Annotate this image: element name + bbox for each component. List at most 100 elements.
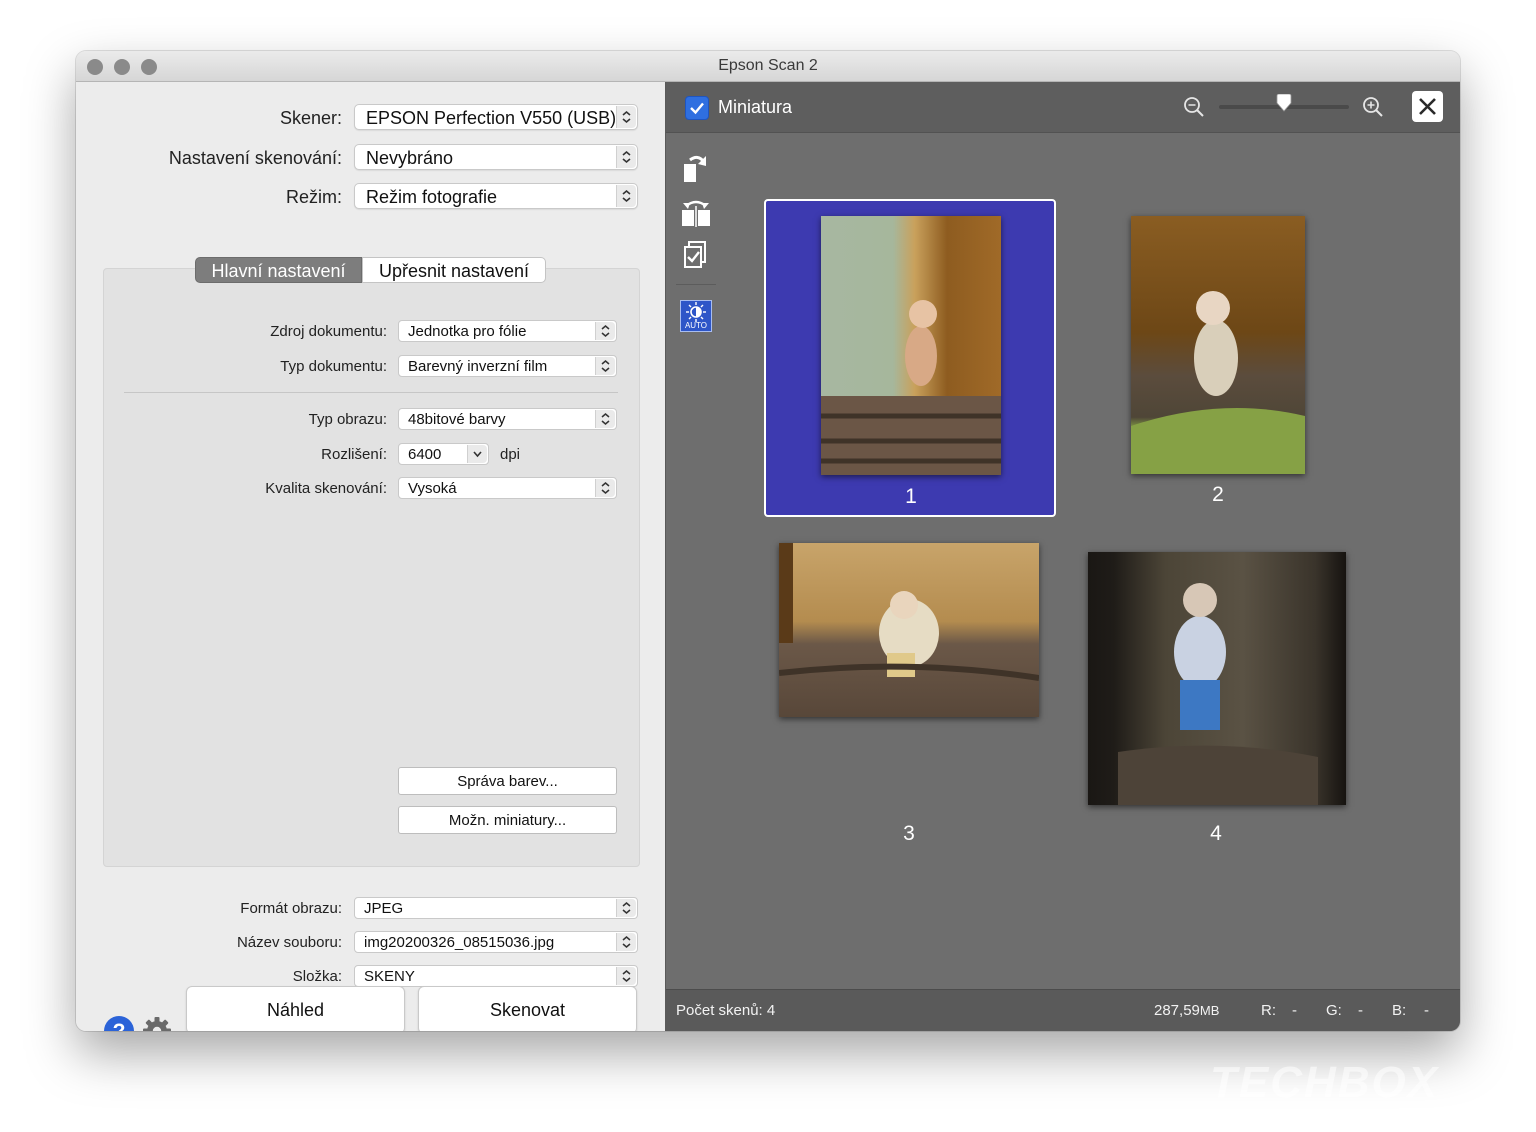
document-source-select[interactable]: Jednotka pro fólie	[398, 320, 617, 342]
image-type-value: 48bitové barvy	[408, 411, 506, 428]
scan-settings-select[interactable]: Nevybráno	[354, 144, 638, 170]
close-icon[interactable]	[1412, 91, 1443, 122]
separator	[676, 284, 716, 285]
thumbnail-number-4: 4	[1210, 822, 1222, 845]
help-icon[interactable]: ?	[104, 1016, 134, 1031]
tab-main-settings[interactable]: Hlavní nastavení	[195, 257, 362, 283]
thumbnail-options-button[interactable]: Možn. miniatury...	[398, 806, 617, 834]
scan-settings-label: Nastavení skenování:	[168, 148, 342, 168]
zoom-out-icon[interactable]	[1183, 96, 1205, 123]
image-type-select[interactable]: 48bitové barvy	[398, 408, 617, 430]
photo-2	[1131, 216, 1305, 474]
tab-advanced-settings[interactable]: Upřesnit nastavení	[362, 257, 546, 283]
mode-value: Režim fotografie	[366, 187, 498, 207]
file-size: 287,59MB	[1154, 1002, 1219, 1019]
g-value: -	[1358, 1002, 1363, 1019]
zoom-in-icon[interactable]	[1362, 96, 1384, 123]
thumbnail-3[interactable]: 3	[764, 537, 1056, 857]
scan-count: Počet skenů: 4	[676, 1002, 776, 1019]
stepper-icon	[595, 410, 615, 428]
file-size-value: 287,59	[1154, 1002, 1200, 1019]
stepper-icon	[616, 899, 636, 917]
watermark: TECHBOX	[1210, 1058, 1440, 1107]
thumbnail-number-1: 1	[905, 485, 917, 508]
folder-value: SKENY	[364, 968, 415, 985]
svg-text:?: ?	[113, 1020, 126, 1031]
title-bar: Epson Scan 2	[76, 51, 1460, 82]
preview-panel: Miniatura AUTO 1 2 3 4 Počet skenů: 4 28…	[665, 82, 1460, 1031]
scan-quality-label: Kvalita skenování:	[265, 480, 387, 497]
thumbnail-1[interactable]: 1	[764, 199, 1056, 517]
r-label: R:	[1261, 1002, 1276, 1019]
scan-settings-value: Nevybráno	[366, 148, 454, 168]
epson-scan-window: Epson Scan 2 Skener: EPSON Perfection V5…	[76, 51, 1460, 1031]
scanner-label: Skener:	[279, 108, 342, 128]
stepper-icon	[616, 146, 636, 168]
thumbnail-number-2: 2	[1212, 483, 1224, 506]
b-value: -	[1424, 1002, 1429, 1019]
resolution-combo[interactable]: 6400	[398, 443, 489, 465]
auto-badge: AUTO	[684, 321, 708, 330]
zoom-slider[interactable]	[1219, 93, 1349, 120]
file-name-select[interactable]: img20200326_08515036.jpg	[354, 931, 638, 953]
r-value: -	[1292, 1002, 1297, 1019]
chevron-down-icon[interactable]	[467, 445, 487, 463]
document-type-value: Barevný inverzní film	[408, 358, 548, 375]
image-format-label: Formát obrazu:	[240, 900, 342, 917]
mode-select[interactable]: Režim fotografie	[354, 183, 638, 209]
document-source-label: Zdroj dokumentu:	[270, 323, 387, 340]
status-bar: Počet skenů: 4 287,59MB R: - G: - B: -	[666, 989, 1460, 1031]
preview-button[interactable]: Náhled	[186, 986, 405, 1031]
resolution-unit: dpi	[500, 446, 521, 463]
image-type-label: Typ obrazu:	[308, 411, 387, 428]
mode-label: Režim:	[285, 187, 342, 207]
resolution-value: 6400	[408, 446, 442, 463]
select-all-icon[interactable]	[680, 240, 712, 277]
photo-1	[821, 216, 1001, 475]
resolution-label: Rozlišení:	[321, 446, 387, 463]
color-management-button[interactable]: Správa barev...	[398, 767, 617, 795]
checkmark-icon	[690, 102, 704, 115]
photo-3	[779, 543, 1039, 717]
b-label: B:	[1392, 1002, 1407, 1019]
auto-exposure-icon[interactable]: AUTO	[680, 300, 712, 332]
stepper-icon	[616, 106, 636, 128]
gear-icon[interactable]	[142, 1016, 172, 1031]
stepper-icon	[616, 933, 636, 951]
image-format-select[interactable]: JPEG	[354, 897, 638, 919]
document-type-label: Typ dokumentu:	[280, 358, 387, 375]
thumbnail-label: Miniatura	[718, 97, 793, 117]
file-size-unit: MB	[1199, 1003, 1220, 1018]
scan-quality-select[interactable]: Vysoká	[398, 477, 617, 499]
stepper-icon	[595, 322, 615, 340]
thumbnail-checkbox[interactable]	[685, 96, 709, 120]
rotate-icon[interactable]	[680, 152, 712, 189]
settings-group-box: Hlavní nastavení Upřesnit nastavení Zdro…	[103, 257, 640, 867]
folder-select[interactable]: SKENY	[354, 965, 638, 987]
document-source-value: Jednotka pro fólie	[408, 323, 527, 340]
scan-button[interactable]: Skenovat	[418, 986, 637, 1031]
preview-toolbar: Miniatura	[666, 82, 1460, 133]
photo-4	[1088, 552, 1346, 805]
slider-thumb[interactable]	[1276, 93, 1292, 114]
stepper-icon	[595, 357, 615, 375]
stepper-icon	[595, 479, 615, 497]
mirror-icon[interactable]	[680, 196, 712, 233]
stepper-icon	[616, 967, 636, 985]
thumbnail-2[interactable]: 2	[1108, 199, 1328, 517]
window-title: Epson Scan 2	[718, 57, 818, 74]
file-name-value: img20200326_08515036.jpg	[364, 934, 555, 951]
document-type-select[interactable]: Barevný inverzní film	[398, 355, 617, 377]
file-name-label: Název souboru:	[236, 934, 342, 951]
thumbnail-number-3: 3	[903, 822, 915, 845]
stepper-icon	[616, 185, 636, 207]
image-format-value: JPEG	[364, 900, 404, 917]
scanner-value: EPSON Perfection V550 (USB)	[366, 108, 617, 128]
g-label: G:	[1326, 1002, 1342, 1019]
separator	[124, 392, 618, 393]
folder-label: Složka:	[292, 968, 342, 985]
scan-quality-value: Vysoká	[408, 480, 457, 497]
settings-panel: Skener: EPSON Perfection V550 (USB) Nast…	[76, 82, 665, 1031]
scanner-select[interactable]: EPSON Perfection V550 (USB)	[354, 104, 638, 130]
thumbnail-4[interactable]: 4	[1086, 537, 1350, 857]
